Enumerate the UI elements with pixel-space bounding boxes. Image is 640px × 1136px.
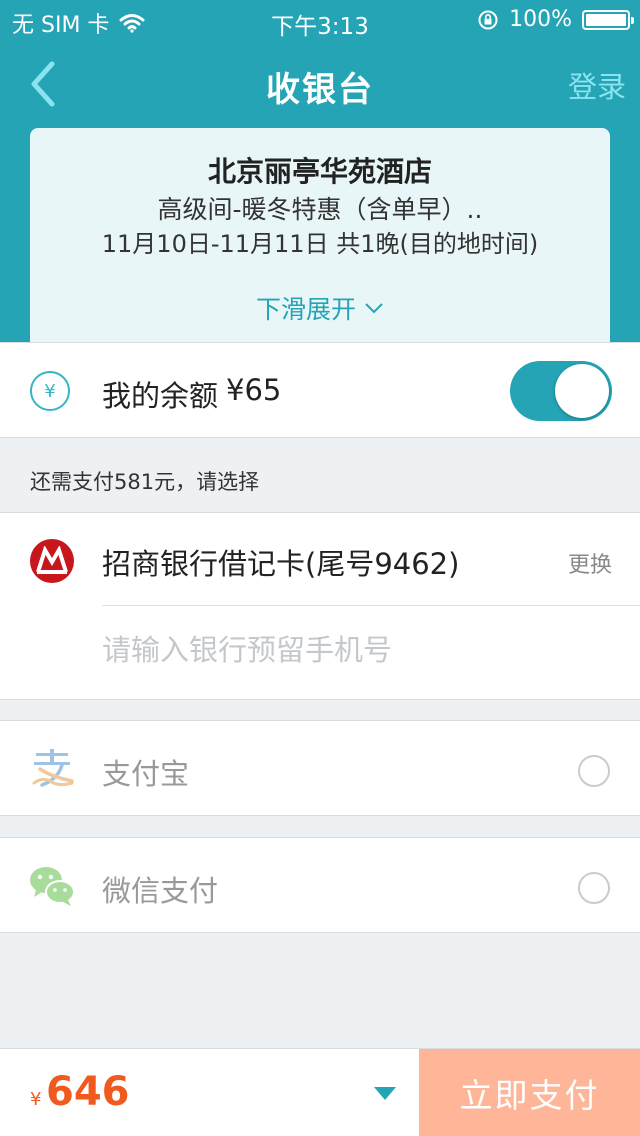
pay-now-button[interactable]: 立即支付: [419, 1049, 640, 1136]
chevron-down-icon: [365, 303, 383, 314]
wechat-pay-option[interactable]: 微信支付: [0, 837, 640, 933]
balance-label: 我的余额: [102, 379, 219, 413]
alipay-radio[interactable]: [578, 755, 610, 787]
alipay-icon: [32, 749, 74, 787]
order-summary-card: 北京丽亭华苑酒店 高级间-暖冬特惠（含单早）.. 11月10日-11月11日 共…: [30, 128, 610, 342]
room-type: 高级间-暖冬特惠（含单早）..: [157, 195, 483, 224]
bank-phone-input[interactable]: [102, 625, 602, 675]
cmb-bank-logo-icon: [30, 539, 74, 583]
change-card-button[interactable]: 更换: [568, 547, 612, 579]
hotel-name: 北京丽亭华苑酒店: [207, 155, 432, 188]
stay-dates: 11月10日-11月11日 共1晚(目的地时间): [101, 230, 539, 258]
battery-icon: [582, 9, 634, 30]
checkout-page: 无 SIM 卡 下午3:13 100% 收银台 登录 北京丽亭华苑酒店 高级间-…: [0, 0, 640, 1136]
total-price: 646: [46, 1069, 130, 1115]
bank-card-name[interactable]: 招商银行借记卡(尾号9462): [102, 541, 459, 583]
yuan-icon: ¥: [30, 371, 70, 411]
bank-card-option: 招商银行借记卡(尾号9462) 更换: [0, 512, 640, 700]
status-bar: 无 SIM 卡 下午3:13 100%: [0, 0, 640, 40]
alipay-label: 支付宝: [102, 757, 190, 791]
expand-details-button[interactable]: 下滑展开: [30, 290, 610, 326]
wechat-icon: [30, 867, 75, 906]
remaining-amount-text: 还需支付581元，请选择: [30, 470, 260, 494]
wechat-pay-radio[interactable]: [578, 872, 610, 904]
login-button[interactable]: 登录: [568, 64, 626, 106]
orientation-lock-icon: [478, 10, 498, 29]
balance-amount: ¥65: [226, 373, 282, 407]
checkout-bar: ¥ 646 立即支付: [0, 1048, 640, 1136]
page-title: 收银台: [266, 70, 374, 110]
battery-percent: 100%: [509, 7, 572, 32]
price-details-dropdown-icon[interactable]: [374, 1087, 396, 1100]
nav-bar: 收银台 登录: [0, 40, 640, 128]
header-area: 无 SIM 卡 下午3:13 100% 收银台 登录 北京丽亭华苑酒店 高级间-…: [0, 0, 640, 342]
expand-label: 下滑展开: [255, 295, 356, 324]
alipay-option[interactable]: 支付宝: [0, 720, 640, 816]
currency-symbol: ¥: [30, 1089, 42, 1110]
balance-row: ¥ 我的余额 ¥65: [0, 342, 640, 438]
wechat-pay-label: 微信支付: [102, 874, 219, 908]
divider: [102, 605, 640, 606]
toggle-knob: [555, 364, 609, 418]
balance-toggle[interactable]: [510, 361, 612, 421]
